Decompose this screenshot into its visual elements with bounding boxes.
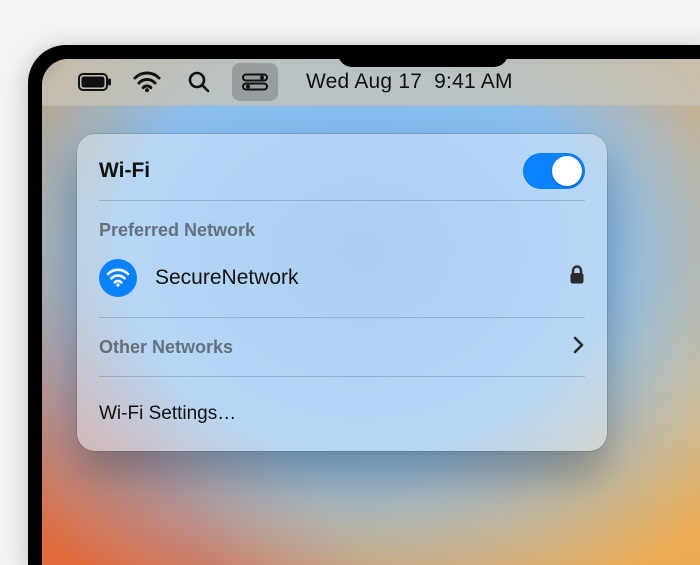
clock-time: 9:41 AM — [434, 70, 513, 93]
device-frame: Wed Aug 17 9:41 AM Wi-Fi Preferred Networ… — [28, 45, 700, 565]
menubar-clock[interactable]: Wed Aug 17 9:41 AM — [306, 70, 513, 94]
network-row[interactable]: SecureNetwork — [77, 251, 607, 309]
separator — [99, 200, 585, 201]
chevron-right-icon — [573, 336, 585, 359]
wifi-panel: Wi-Fi Preferred Network — [77, 134, 607, 451]
other-networks-row[interactable]: Other Networks — [77, 326, 607, 368]
spotlight-search-icon[interactable] — [186, 69, 212, 95]
network-name: SecureNetwork — [155, 266, 299, 290]
wifi-icon — [99, 259, 137, 297]
preferred-network-label: Preferred Network — [99, 220, 255, 241]
toggle-knob — [552, 156, 582, 186]
control-center-icon[interactable] — [232, 63, 278, 101]
other-networks-label: Other Networks — [99, 337, 233, 358]
separator — [99, 317, 585, 318]
camera-notch — [338, 45, 508, 67]
wifi-status-icon[interactable] — [134, 69, 160, 95]
wifi-settings-row[interactable]: Wi-Fi Settings… — [77, 385, 607, 441]
clock-date: Wed Aug 17 — [306, 70, 422, 93]
panel-title: Wi-Fi — [99, 159, 150, 183]
wifi-settings-label: Wi-Fi Settings… — [99, 403, 236, 425]
lock-icon — [569, 265, 585, 291]
battery-icon[interactable] — [82, 69, 108, 95]
separator — [99, 376, 585, 377]
wifi-toggle[interactable] — [523, 153, 585, 189]
